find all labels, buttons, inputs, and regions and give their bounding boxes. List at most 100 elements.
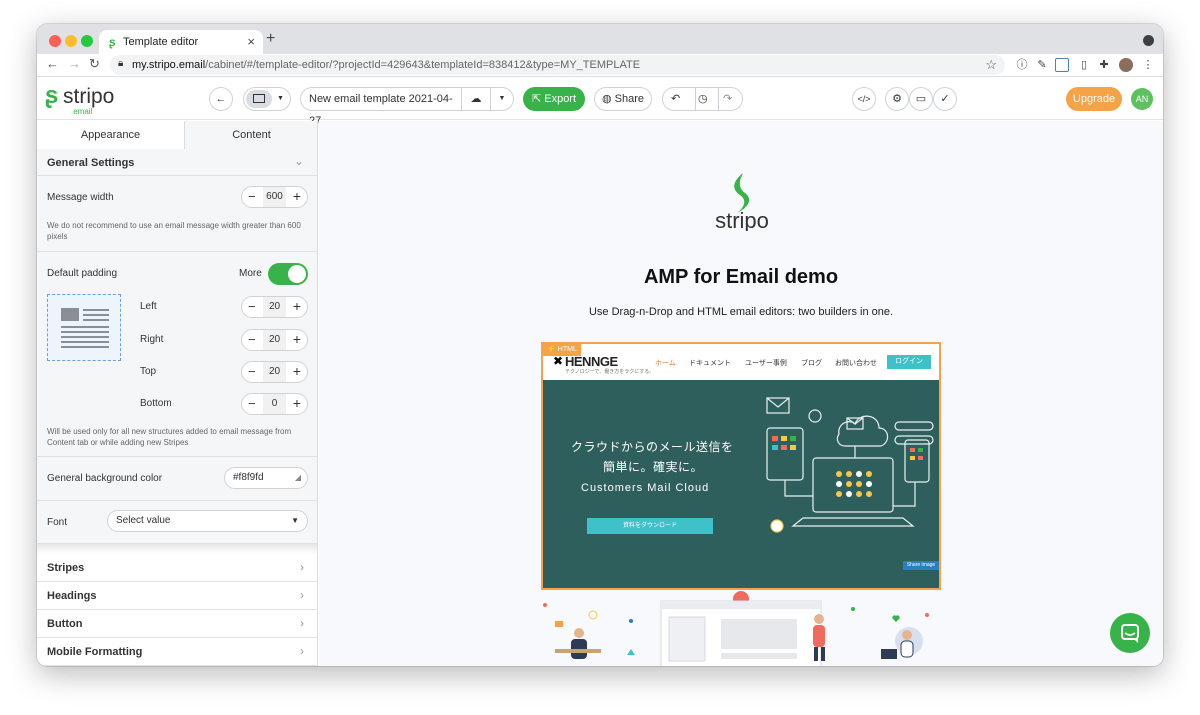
- padding-right-stepper[interactable]: − 20 +: [241, 329, 308, 351]
- general-settings-header[interactable]: General Settings ⌄: [37, 149, 317, 176]
- decrement-icon[interactable]: −: [248, 364, 256, 379]
- device-preview-icon: ▭: [915, 93, 927, 105]
- decrement-icon[interactable]: −: [248, 396, 256, 411]
- browser-tab[interactable]: ʂ Template editor ×: [99, 30, 263, 54]
- gear-icon: ⚙: [892, 93, 902, 105]
- window-menu-icon[interactable]: [1143, 35, 1154, 46]
- banner-login: ログイン: [887, 355, 931, 369]
- close-tab-icon[interactable]: ×: [247, 34, 255, 49]
- email-canvas: stripo AMP for Email demo Use Drag-n-Dro…: [319, 121, 1163, 666]
- bookmark-star-icon[interactable]: ☆: [985, 57, 997, 73]
- message-width-value[interactable]: 600: [263, 187, 286, 207]
- undo-icon[interactable]: ↶: [671, 88, 680, 110]
- email-title[interactable]: AMP for Email demo: [319, 266, 1163, 289]
- extensions-puzzle-icon[interactable]: ✚: [1097, 58, 1111, 72]
- decrement-icon[interactable]: −: [248, 332, 256, 347]
- preview-button[interactable]: ▭: [909, 87, 933, 111]
- redo-icon[interactable]: ↷: [723, 88, 732, 110]
- share-button[interactable]: ◍ Share: [594, 87, 652, 111]
- padding-left-value[interactable]: 20: [263, 297, 286, 317]
- maximize-window-button[interactable]: [81, 35, 93, 47]
- close-window-button[interactable]: [49, 35, 61, 47]
- button-section[interactable]: Button ›: [37, 610, 317, 638]
- message-width-label: Message width: [47, 192, 114, 203]
- logo-sub: .email: [71, 107, 93, 116]
- save-cloud-button[interactable]: ☁: [461, 87, 491, 111]
- clipboard-icon[interactable]: ▯: [1077, 58, 1091, 72]
- decrement-icon[interactable]: −: [248, 189, 256, 204]
- upgrade-button[interactable]: Upgrade: [1066, 87, 1122, 111]
- increment-icon[interactable]: +: [293, 363, 301, 379]
- banner-brand-sub: テクノロジーで、働き方をラクにする。: [565, 369, 655, 375]
- email-subtitle[interactable]: Use Drag-n-Drop and HTML email editors: …: [319, 306, 1163, 318]
- general-settings-title: General Settings: [47, 157, 135, 169]
- cloud-upload-icon: ☁: [470, 93, 482, 105]
- back-arrow-icon[interactable]: ←: [46, 56, 59, 71]
- font-select[interactable]: Select value ▼: [107, 510, 308, 532]
- banner-nav-docs: ドキュメント: [689, 360, 731, 367]
- padding-bottom-value[interactable]: 0: [263, 394, 286, 414]
- stripes-section[interactable]: Stripes ›: [37, 554, 317, 582]
- padding-bottom-stepper[interactable]: − 0 +: [241, 393, 308, 415]
- address-bar[interactable]: 🔒︎ my.stripo.email/cabinet/#/template-ed…: [110, 55, 1005, 75]
- settings-panel: Appearance Content General Settings ⌄ Me…: [37, 121, 318, 666]
- headings-section[interactable]: Headings ›: [37, 582, 317, 610]
- increment-icon[interactable]: +: [293, 395, 301, 411]
- screen-capture-icon[interactable]: [1055, 58, 1069, 72]
- eyedropper-icon[interactable]: ✎: [1035, 58, 1049, 72]
- browser-menu-icon[interactable]: ⋮: [1141, 58, 1155, 72]
- back-button[interactable]: ←: [209, 87, 233, 111]
- title-bar: ʂ Template editor × +: [37, 24, 1163, 54]
- image-placeholder-icon: [61, 308, 79, 321]
- history-clock-icon[interactable]: ◷: [698, 88, 708, 110]
- template-name-input[interactable]: New email template 2021-04-27: [300, 87, 462, 127]
- profile-avatar-icon[interactable]: [1119, 58, 1133, 72]
- test-email-button[interactable]: ✓: [933, 87, 957, 111]
- increment-icon[interactable]: +: [293, 331, 301, 347]
- export-button[interactable]: ⇱ Export: [523, 87, 585, 111]
- save-options-dropdown[interactable]: ▼: [490, 87, 514, 111]
- amp-banner-block[interactable]: ⚡ HTML ✖ HENNGE テクノロジーで、働き方をラクにする。 ホーム ド…: [541, 342, 941, 590]
- stripo-favicon-icon: ʂ: [109, 35, 116, 49]
- stripo-email-logo[interactable]: stripo: [707, 171, 777, 231]
- mobile-formatting-section[interactable]: Mobile Formatting ›: [37, 638, 317, 666]
- default-padding-toggle[interactable]: [268, 263, 308, 285]
- chevron-down-icon: ▼: [498, 95, 506, 102]
- padding-top-stepper[interactable]: − 20 +: [241, 361, 308, 383]
- tab-appearance[interactable]: Appearance: [37, 121, 185, 149]
- logo-word: stripo: [63, 85, 115, 108]
- decrement-icon[interactable]: −: [248, 299, 256, 314]
- chevron-down-icon: ⌄: [293, 154, 304, 168]
- layout-toggle-button[interactable]: ▼: [243, 87, 291, 111]
- new-tab-button[interactable]: +: [266, 30, 275, 48]
- padding-top-label: Top: [140, 366, 157, 377]
- address-bar-row: ← → ↻ 🔒︎ my.stripo.email/cabinet/#/templ…: [37, 54, 1163, 77]
- minimize-window-button[interactable]: [65, 35, 77, 47]
- increment-icon[interactable]: +: [293, 298, 301, 314]
- more-label: More: [239, 268, 262, 279]
- layout-panel-icon: [253, 94, 265, 103]
- increment-icon[interactable]: +: [293, 188, 301, 204]
- code-brackets-icon: </>: [857, 94, 871, 104]
- settings-button[interactable]: ⚙: [885, 87, 909, 111]
- share-image-badge: Share image: [903, 561, 939, 570]
- reload-icon[interactable]: ↻: [89, 56, 100, 72]
- bg-color-input[interactable]: #f8f9fd ◢: [224, 467, 308, 489]
- forward-arrow-icon[interactable]: →: [68, 56, 81, 71]
- padding-right-value[interactable]: 20: [263, 330, 286, 350]
- info-icon[interactable]: ⓘ: [1015, 58, 1029, 72]
- henngé-logo-icon: ✖: [553, 354, 564, 368]
- message-width-stepper[interactable]: − 600 +: [241, 186, 308, 208]
- bg-color-label: General background color: [47, 473, 163, 484]
- url-path: /cabinet/#/template-editor/?projectId=42…: [205, 59, 641, 71]
- padding-left-stepper[interactable]: − 20 +: [241, 296, 308, 318]
- chevron-down-icon: ▼: [277, 95, 284, 102]
- tab-content[interactable]: Content: [185, 121, 317, 149]
- chat-support-button[interactable]: [1110, 613, 1150, 653]
- user-avatar[interactable]: AN: [1131, 88, 1153, 110]
- panel-tabs: Appearance Content: [37, 121, 317, 149]
- code-editor-button[interactable]: </>: [852, 87, 876, 111]
- padding-top-value[interactable]: 20: [263, 362, 286, 382]
- chevron-down-icon: ▼: [291, 516, 299, 525]
- banner-nav-contact: お問い合わせ: [835, 360, 877, 367]
